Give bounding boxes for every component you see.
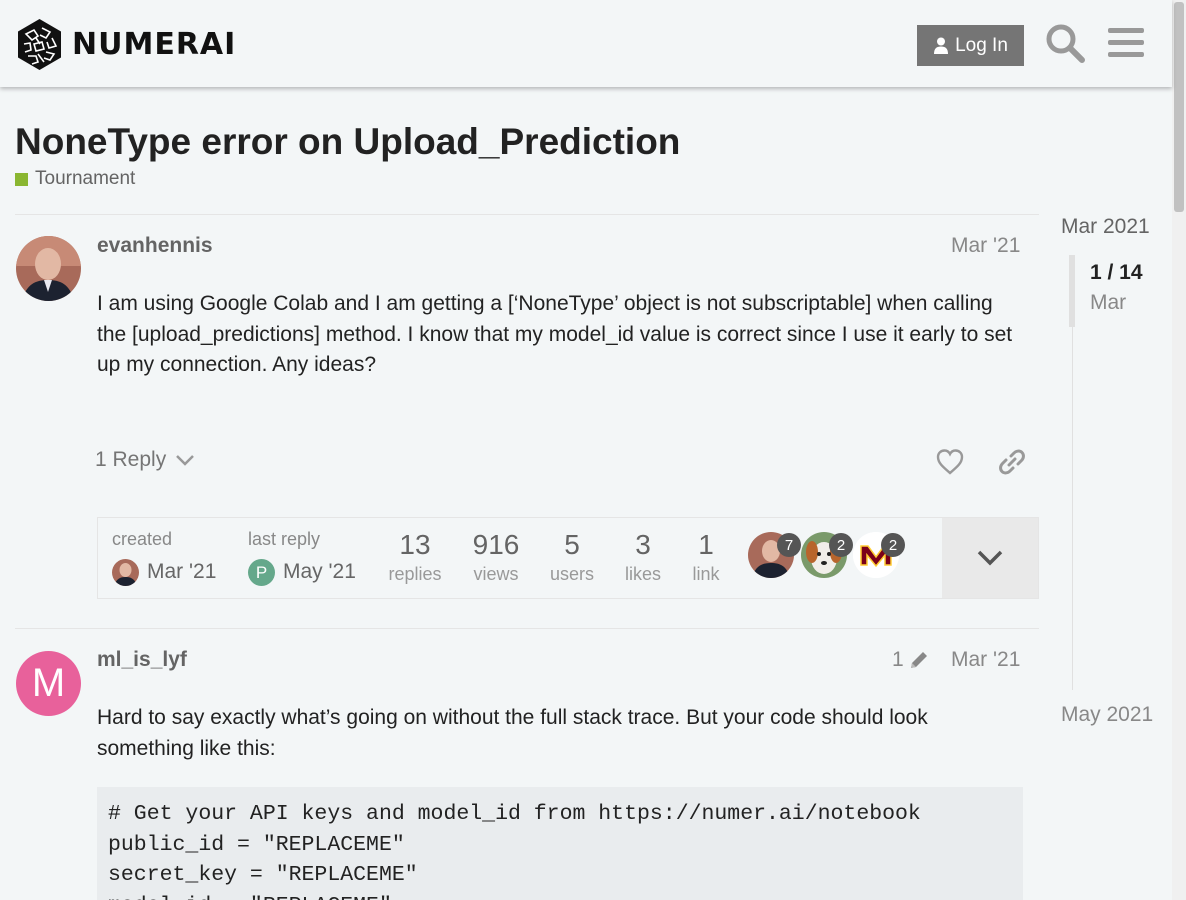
- created-date[interactable]: Mar '21: [147, 560, 216, 584]
- participant-post-count: 7: [777, 533, 801, 557]
- edit-history-button[interactable]: 1: [892, 648, 930, 672]
- search-icon[interactable]: [1044, 22, 1086, 64]
- login-label: Log In: [955, 34, 1008, 56]
- login-button[interactable]: Log In: [917, 25, 1024, 66]
- share-link-icon[interactable]: [997, 447, 1027, 477]
- category-link[interactable]: Tournament: [15, 168, 135, 190]
- timeline-start-date[interactable]: Mar 2021: [1061, 215, 1150, 239]
- brand-name: NUMERAI: [72, 27, 237, 62]
- pencil-icon: [910, 652, 927, 668]
- post-body: I am using Google Colab and I am getting…: [97, 292, 1013, 376]
- post-date[interactable]: Mar '21: [951, 234, 1020, 258]
- user-icon: [934, 37, 949, 54]
- post-date[interactable]: Mar '21: [951, 648, 1020, 672]
- stat-users-value: 5: [564, 529, 580, 560]
- stat-likes-value: 3: [635, 529, 651, 560]
- post-body: Hard to say exactly what’s going on with…: [97, 706, 928, 760]
- show-replies-button[interactable]: 1 Reply: [95, 448, 196, 472]
- last-reply-label: last reply: [248, 529, 321, 549]
- like-heart-icon[interactable]: [935, 447, 965, 477]
- user-photo-evanhennis: [16, 236, 81, 301]
- timeline-end-date[interactable]: May 2021: [1061, 703, 1153, 727]
- timeline-position-date: Mar: [1090, 291, 1127, 314]
- edit-count: 1: [892, 648, 904, 671]
- stat-users-label: users: [549, 564, 594, 584]
- page-scrollbar[interactable]: [1172, 0, 1186, 900]
- stat-replies-label: replies: [388, 564, 442, 584]
- topic-map: created Mar '21 last reply P May '21 13 …: [97, 517, 1039, 599]
- stat-views-value: 916: [472, 529, 520, 560]
- category-name: Tournament: [35, 168, 136, 189]
- code-block: # Get your API keys and model_id from ht…: [97, 787, 1023, 900]
- stat-views-label: views: [473, 564, 519, 584]
- participant-post-count: 2: [881, 533, 905, 557]
- last-reply-avatar[interactable]: P: [248, 559, 275, 586]
- numerai-logo-icon: [18, 19, 61, 70]
- chevron-down-icon: [977, 550, 1003, 566]
- participant-post-count: 2: [829, 533, 853, 557]
- created-label: created: [112, 529, 173, 549]
- last-reply-date[interactable]: May '21: [283, 560, 356, 584]
- replies-count-label: 1 Reply: [95, 448, 167, 471]
- category-color-swatch: [15, 172, 28, 186]
- post-username[interactable]: evanhennis: [97, 234, 213, 258]
- stat-links-value: 1: [698, 529, 714, 560]
- avatar[interactable]: [16, 236, 81, 301]
- timeline-position: 1 / 14: [1090, 261, 1143, 284]
- divider: [15, 628, 1039, 629]
- topic-title[interactable]: NoneType error on Upload_Prediction: [15, 121, 680, 163]
- stat-replies-value: 13: [399, 529, 431, 560]
- scrollbar-thumb[interactable]: [1174, 2, 1184, 212]
- expand-topic-map-button[interactable]: [942, 518, 1038, 598]
- user-photo-evanhennis: [112, 559, 139, 586]
- chevron-down-icon: [176, 455, 195, 466]
- stat-links-label: link: [692, 564, 720, 584]
- hamburger-menu-icon[interactable]: [1106, 22, 1148, 64]
- post-username[interactable]: ml_is_lyf: [97, 648, 187, 672]
- timeline-scroll-handle[interactable]: [1069, 255, 1075, 327]
- site-header: NUMERAI Log In: [0, 0, 1172, 87]
- avatar[interactable]: M: [16, 651, 81, 716]
- created-avatar[interactable]: [112, 559, 139, 586]
- stat-likes-label: likes: [624, 564, 661, 584]
- divider: [15, 214, 1039, 215]
- site-logo[interactable]: NUMERAI: [16, 18, 236, 71]
